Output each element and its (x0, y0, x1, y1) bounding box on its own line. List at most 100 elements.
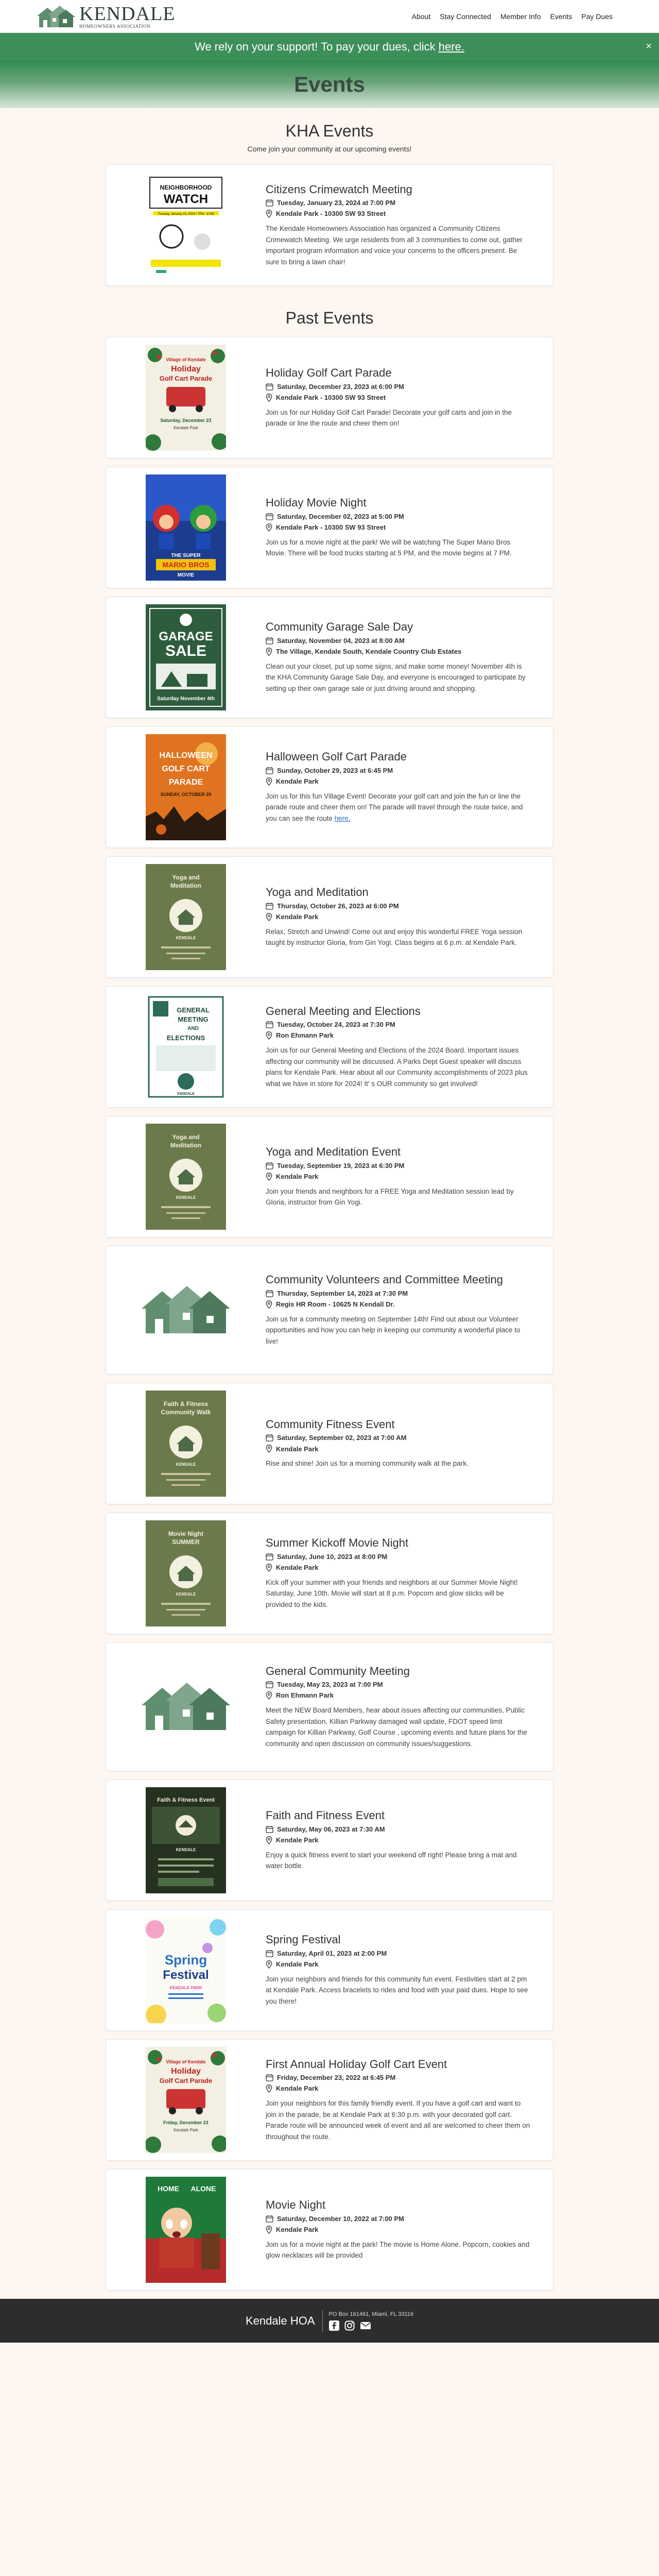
calendar-icon (266, 2074, 273, 2081)
banner-pay-link[interactable]: here. (439, 40, 464, 53)
event-image-wrap: THE SUPER MARIO BROS MOVIE (106, 474, 266, 581)
event-title: Citizens Crimewatch Meeting (266, 182, 412, 196)
site-logo[interactable]: KENDALE HOMEOWNERS ASSOCIATION (36, 4, 175, 29)
facebook-icon[interactable] (328, 2320, 339, 2331)
event-title: Holiday Golf Cart Parade (266, 366, 392, 380)
event-title: Summer Kickoff Movie Night (266, 1536, 409, 1550)
event-date: Saturday, December 10, 2022 at 7:00 PM (277, 2214, 404, 2223)
event-description: Clean out your closet, put up some signs… (266, 662, 526, 692)
calendar-icon (266, 1681, 273, 1688)
main-nav: About Stay Connected Member Info Events … (412, 12, 613, 21)
event-image-wrap (106, 1679, 266, 1735)
event-title: First Annual Holiday Golf Cart Event (266, 2057, 447, 2071)
event-poster-image: HOME ALONE (146, 2177, 226, 2283)
nav-events[interactable]: Events (550, 12, 572, 21)
instagram-icon[interactable] (344, 2320, 355, 2331)
house-logo-icon (37, 5, 75, 27)
event-details: Community Volunteers and Committee Meeti… (266, 1273, 553, 1347)
event-card: Faith & Fitness Event KENDALE Faith and … (106, 1780, 553, 1901)
event-location: Kendale Park (276, 777, 319, 786)
event-title: Yoga and Meditation Event (266, 1145, 401, 1159)
event-location-row: Kendale Park (266, 1445, 532, 1453)
event-date-row: Saturday, April 01, 2023 at 2:00 PM (266, 1950, 532, 1957)
close-icon[interactable]: × (646, 41, 652, 52)
event-image-wrap: Faith & Fitness Event KENDALE (106, 1787, 266, 1893)
svg-text:Golf Cart Parade: Golf Cart Parade (160, 2077, 213, 2084)
location-pin-icon (266, 2225, 272, 2234)
calendar-icon (266, 1553, 273, 1561)
upcoming-event-list: NEIGHBORHOOD WATCH Tuesday, January 23, … (106, 164, 553, 286)
event-image-wrap: Yoga and Meditation KENDALE (106, 1124, 266, 1230)
svg-text:MARIO BROS: MARIO BROS (163, 561, 210, 569)
svg-text:KENDALE PARK: KENDALE PARK (170, 1986, 202, 1990)
event-title: Movie Night (266, 2198, 326, 2212)
nav-member-info[interactable]: Member Info (500, 12, 541, 21)
event-location: Kendale Park (276, 1564, 319, 1572)
nav-stay-connected[interactable]: Stay Connected (440, 12, 491, 21)
event-description: The Kendale Homeowners Association has o… (266, 224, 523, 266)
footer-address: PO Box 161461, Miami, FL 33116 (328, 2311, 413, 2317)
svg-text:WATCH: WATCH (164, 192, 208, 206)
event-description: Join your neighbors for this family frie… (266, 2099, 530, 2141)
event-poster-image: GARAGE SALE Saturday November 4th (146, 604, 226, 710)
location-pin-icon (266, 1031, 272, 1040)
event-description: Join us for a movie night at the park! W… (266, 538, 512, 557)
event-card: Community Volunteers and Committee Meeti… (106, 1246, 553, 1375)
event-card: Yoga and Meditation KENDALE Yoga and Med… (106, 1116, 553, 1238)
event-poster-image: GENERAL MEETING AND ELECTIONS KENDALE (146, 994, 226, 1100)
event-image-wrap: HOME ALONE (106, 2177, 266, 2283)
event-image (142, 1683, 230, 1730)
event-location: Ron Ehmann Park (276, 1031, 334, 1040)
svg-text:SUNDAY, OCTOBER 29: SUNDAY, OCTOBER 29 (161, 792, 212, 797)
event-date-row: Friday, December 23, 2022 at 6:45 PM (266, 2074, 532, 2081)
svg-text:Friday, December 23: Friday, December 23 (163, 2120, 208, 2125)
event-date-row: Thursday, October 26, 2023 at 6:00 PM (266, 902, 532, 910)
svg-text:ALONE: ALONE (191, 2184, 216, 2193)
calendar-icon (266, 1162, 273, 1170)
event-description: Join us for a movie night at the park! T… (266, 2240, 530, 2260)
event-image-wrap: GARAGE SALE Saturday November 4th (106, 604, 266, 710)
event-description: Rise and shine! Join us for a morning co… (266, 1460, 469, 1468)
event-date: Thursday, September 14, 2023 at 7:30 PM (277, 1289, 408, 1297)
event-location: Kendale Park - 10300 SW 93 Street (276, 523, 386, 532)
svg-text:Kendale Park: Kendale Park (174, 2128, 199, 2132)
event-date-row: Saturday, September 02, 2023 at 7:00 AM (266, 1434, 532, 1442)
event-card: HOME ALONE Movie Night Saturday, Decembe… (106, 2169, 553, 2291)
event-location-row: Ron Ehmann Park (266, 1691, 532, 1700)
event-details: Citizens Crimewatch Meeting Tuesday, Jan… (266, 183, 553, 268)
event-date: Friday, December 23, 2022 at 6:45 PM (277, 2073, 396, 2081)
event-details: Community Fitness Event Saturday, Septem… (266, 1418, 553, 1469)
nav-pay-dues[interactable]: Pay Dues (581, 12, 613, 21)
event-title: Community Garage Sale Day (266, 620, 413, 634)
event-location: The Village, Kendale South, Kendale Coun… (276, 648, 462, 656)
svg-text:Kendale Park: Kendale Park (174, 426, 199, 430)
route-map-link[interactable]: here. (335, 815, 351, 822)
event-poster-image: Yoga and Meditation KENDALE (146, 864, 226, 970)
event-title: Community Volunteers and Committee Meeti… (266, 1273, 503, 1286)
event-description: Enjoy a quick fitness event to start you… (266, 1851, 517, 1870)
event-title: Halloween Golf Cart Parade (266, 750, 407, 764)
location-pin-icon (266, 1172, 272, 1181)
event-description: Join us for a community meeting on Septe… (266, 1315, 521, 1345)
svg-text:KENDALE: KENDALE (177, 1092, 195, 1096)
event-location: Kendale Park (276, 1173, 319, 1181)
event-date: Saturday, November 04, 2023 at 8:00 AM (277, 636, 405, 645)
event-image-wrap: GENERAL MEETING AND ELECTIONS KENDALE (106, 994, 266, 1100)
svg-text:Faith & Fitness: Faith & Fitness (164, 1400, 208, 1408)
event-image-wrap: NEIGHBORHOOD WATCH Tuesday, January 23, … (106, 172, 266, 278)
event-location-row: Kendale Park (266, 2084, 532, 2093)
svg-text:KENDALE: KENDALE (176, 1462, 196, 1467)
event-details: Summer Kickoff Movie Night Saturday, Jun… (266, 1536, 553, 1610)
event-card: General Community Meeting Tuesday, May 2… (106, 1642, 553, 1771)
page-title: Events (294, 72, 365, 96)
email-icon[interactable] (360, 2320, 371, 2331)
event-details: Faith and Fitness Event Saturday, May 06… (266, 1809, 553, 1871)
svg-text:Festival: Festival (163, 1968, 209, 1982)
nav-about[interactable]: About (412, 12, 431, 21)
event-location-row: Kendale Park (266, 1960, 532, 1969)
calendar-icon (266, 1825, 273, 1833)
event-location-row: Kendale Park (266, 777, 532, 786)
svg-text:GOLF CART: GOLF CART (162, 765, 210, 773)
event-poster-image: Village of Kendale Holiday Golf Cart Par… (146, 345, 226, 451)
event-description: Kick off your summer with your friends a… (266, 1578, 518, 1608)
